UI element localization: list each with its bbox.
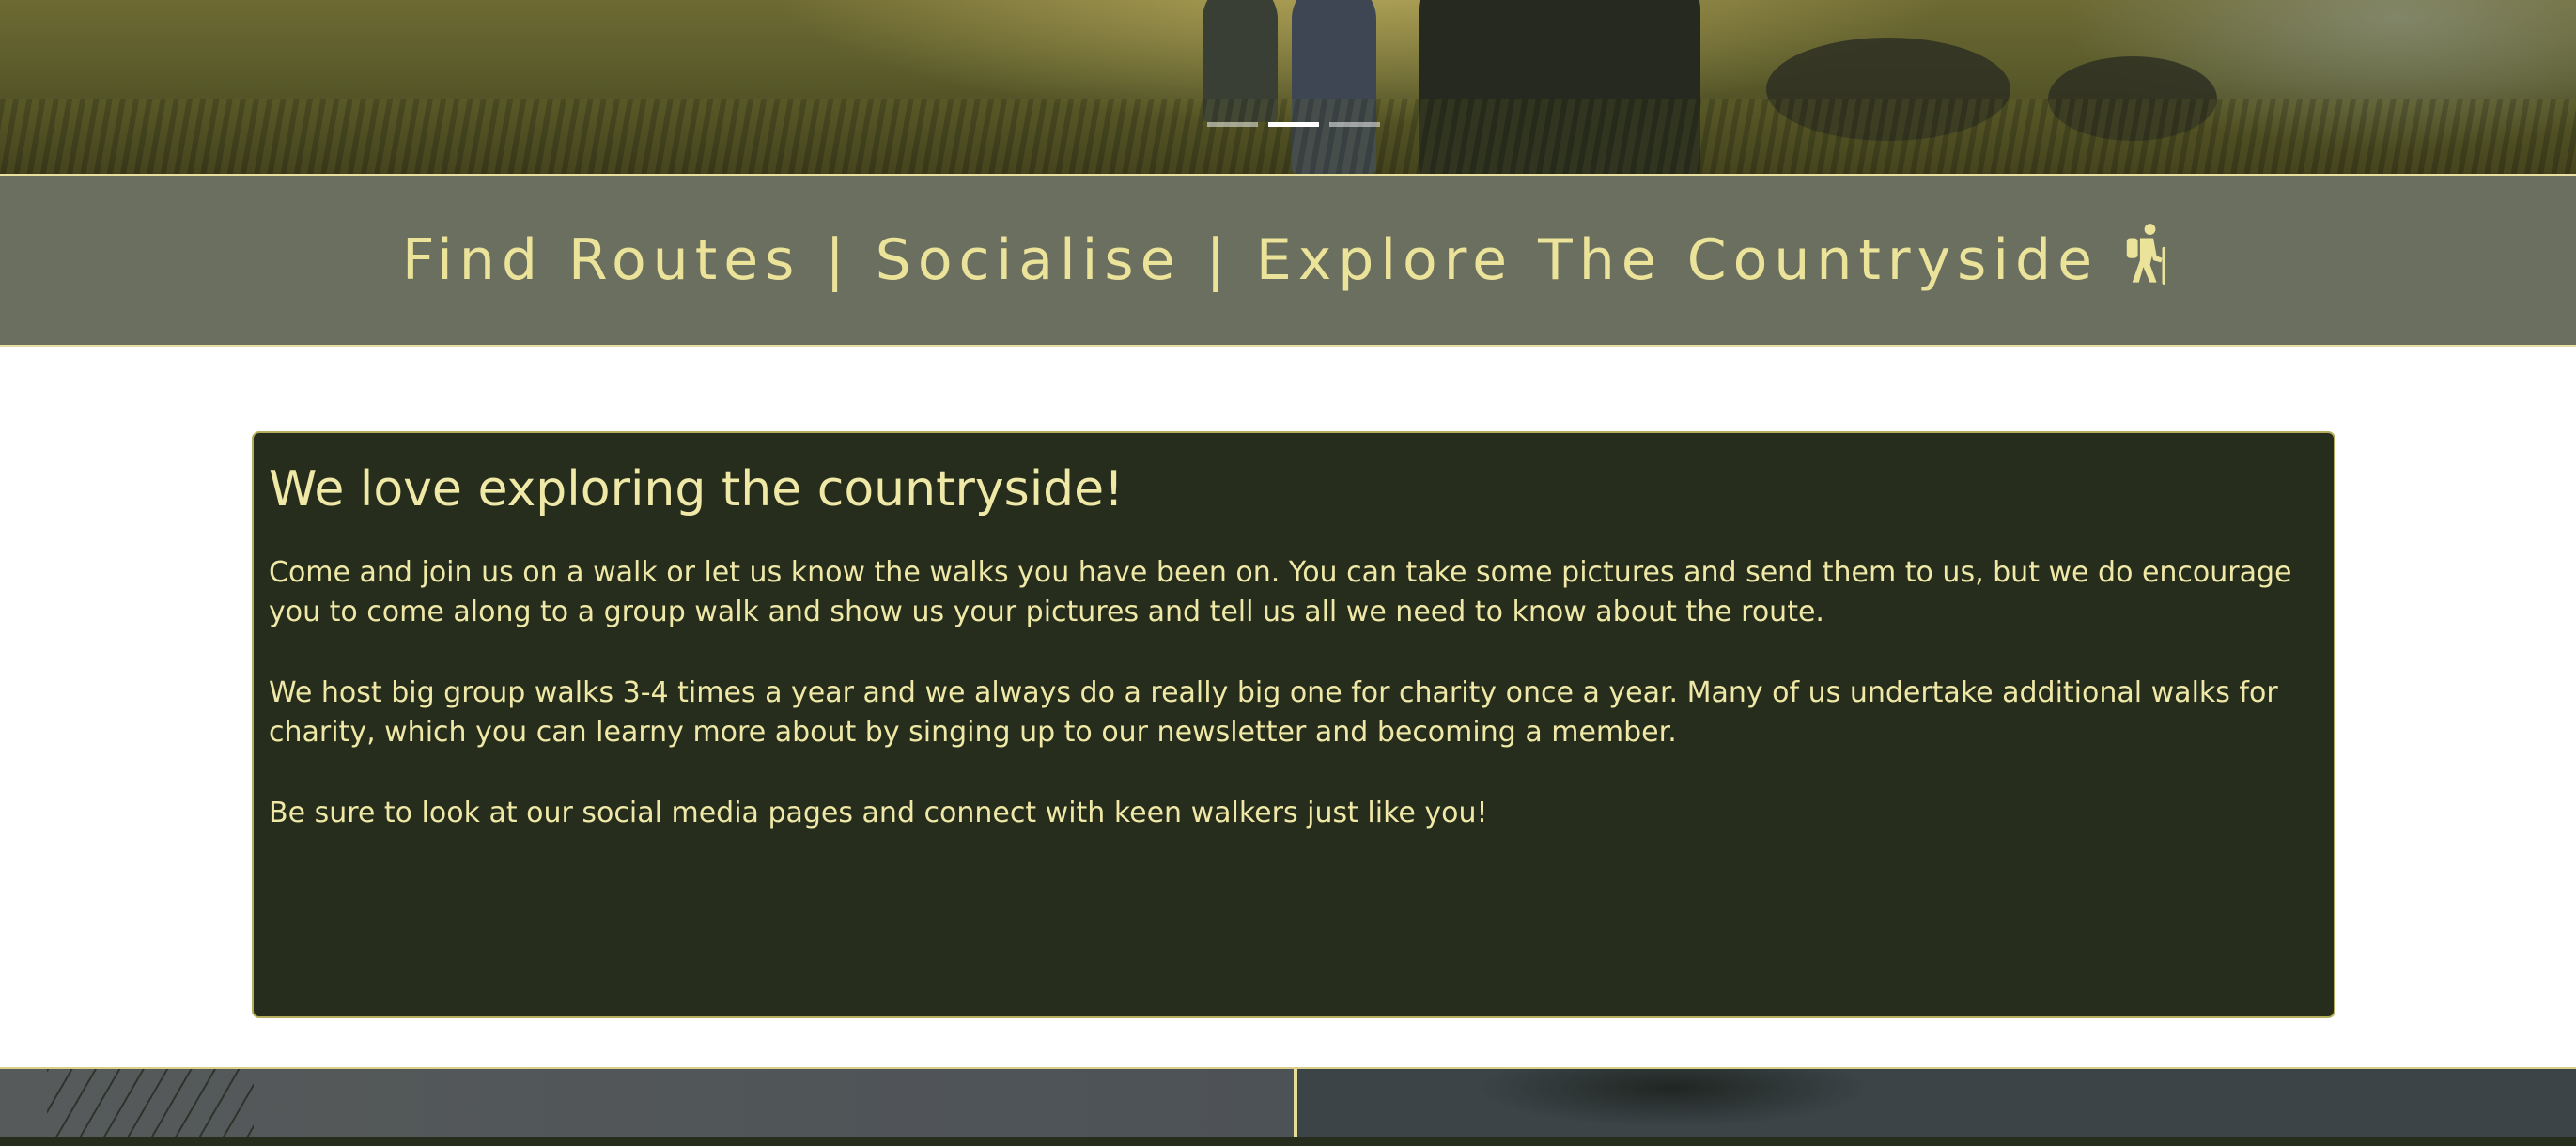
gallery-image-right[interactable] xyxy=(1297,1069,2576,1137)
intro-heading: We love exploring the countryside! xyxy=(269,461,1124,518)
carousel-indicator-2[interactable] xyxy=(1268,122,1319,127)
hero-image-grass xyxy=(0,99,2576,174)
hiking-icon xyxy=(2119,223,2174,299)
footer-base xyxy=(0,1137,2576,1146)
tagline-banner: Find Routes | Socialise | Explore The Co… xyxy=(0,174,2576,347)
intro-paragraph: Come and join us on a walk or let us kno… xyxy=(269,556,2292,628)
carousel-indicator-3[interactable] xyxy=(1329,122,1380,127)
carousel-indicator-1[interactable] xyxy=(1207,122,1258,127)
intro-paragraph: We host big group walks 3-4 times a year… xyxy=(269,676,2278,749)
gallery-image-left[interactable] xyxy=(0,1069,1294,1137)
tagline: Find Routes | Socialise | Explore The Co… xyxy=(402,223,2174,299)
tagline-text: Find Routes | Socialise | Explore The Co… xyxy=(401,227,2100,293)
gallery-image-branches xyxy=(47,1069,254,1137)
hero-carousel xyxy=(0,0,2576,174)
image-gallery-strip xyxy=(0,1067,2576,1146)
intro-paragraph: Be sure to look at our social media page… xyxy=(269,797,1488,829)
intro-card: We love exploring the countryside! Come … xyxy=(252,431,2335,1018)
carousel-indicators xyxy=(1207,122,1380,127)
